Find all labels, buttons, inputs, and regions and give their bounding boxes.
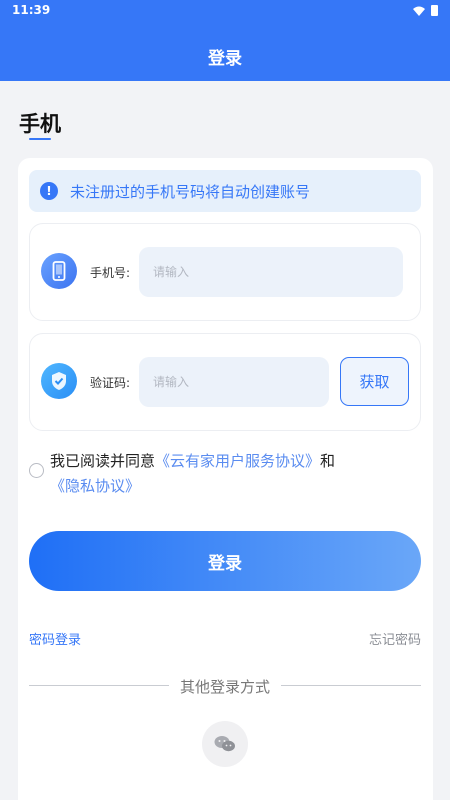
- password-login-link[interactable]: 密码登录: [29, 629, 81, 648]
- other-login-methods-label: 其他登录方式: [179, 678, 270, 696]
- battery-icon: [431, 5, 438, 16]
- wechat-login-button[interactable]: [202, 721, 248, 767]
- divider-right: [281, 685, 421, 686]
- status-icons: [413, 5, 438, 16]
- info-icon: !: [40, 182, 58, 200]
- phone-input[interactable]: [139, 247, 403, 297]
- wifi-icon: [413, 6, 425, 16]
- service-agreement-link[interactable]: 《云有家用户服务协议》: [155, 452, 320, 470]
- tab-underline: [29, 138, 51, 140]
- agreement-text: 我已阅读并同意《云有家用户服务协议》和《隐私协议》: [50, 449, 425, 499]
- phone-field-box: 手机号:: [29, 223, 421, 321]
- page-title: 登录: [208, 49, 242, 69]
- agreement-radio[interactable]: [29, 463, 44, 478]
- phone-label: 手机号:: [90, 266, 131, 280]
- status-bar: 11:39: [0, 0, 450, 22]
- notice-banner: ! 未注册过的手机号码将自动创建账号: [29, 170, 421, 212]
- notice-text: 未注册过的手机号码将自动创建账号: [70, 182, 311, 201]
- agreement-prefix: 我已阅读并同意: [50, 452, 156, 470]
- login-button[interactable]: 登录: [29, 531, 421, 591]
- divider-left: [29, 685, 169, 686]
- tab-phone[interactable]: 手机: [19, 108, 61, 138]
- get-code-button[interactable]: 获取: [340, 357, 409, 406]
- phone-icon: [41, 253, 77, 289]
- forgot-password-link[interactable]: 忘记密码: [369, 629, 421, 648]
- status-time: 11:39: [12, 3, 51, 17]
- code-field-box: 验证码: 获取: [29, 333, 421, 431]
- code-label: 验证码:: [90, 376, 131, 390]
- wechat-icon: [214, 736, 235, 752]
- code-input[interactable]: [139, 357, 329, 407]
- agreement-connector: 和: [320, 452, 336, 470]
- shield-check-icon: [41, 363, 77, 399]
- privacy-agreement-link[interactable]: 《隐私协议》: [50, 477, 140, 495]
- app-header: 11:39 登录: [0, 0, 450, 81]
